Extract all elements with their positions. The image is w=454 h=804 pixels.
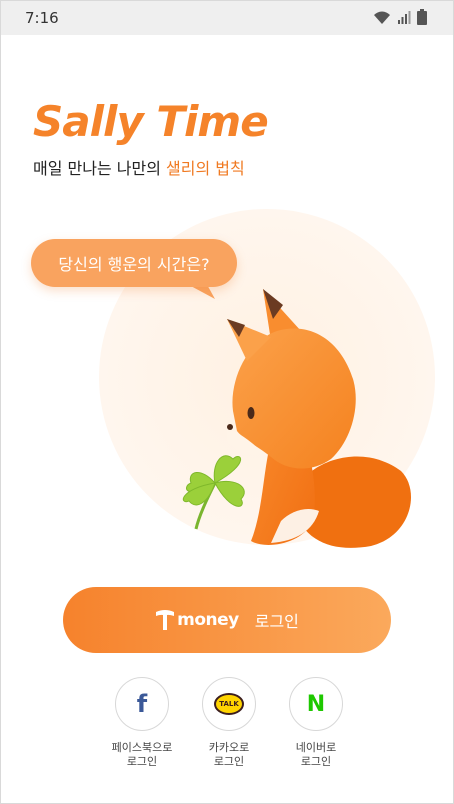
tagline-prefix: 매일 만나는 나만의 <box>33 159 167 178</box>
kakao-login-button[interactable]: TALK <box>202 677 256 731</box>
speech-bubble-text: 당신의 행운의 시간은? <box>58 255 210 274</box>
kakao-label-line2: 로그인 <box>213 755 245 768</box>
naver-label-line2: 로그인 <box>300 755 332 768</box>
kakao-login-label: 카카오로 로그인 <box>184 741 274 769</box>
app-logo: Sally Time <box>33 97 269 146</box>
battery-icon <box>417 9 427 25</box>
status-bar: 7:16 <box>1 1 453 35</box>
naver-login[interactable]: N 네이버로 로그인 <box>271 677 361 769</box>
speech-bubble: 당신의 행운의 시간은? <box>31 239 237 287</box>
signal-icon <box>397 11 411 25</box>
naver-label-line1: 네이버로 <box>295 741 337 754</box>
tmoney-brand-text: money <box>177 610 239 630</box>
app-screen: 7:16 Sally Time 매일 만나는 나만의 샐리의 법칙 당신의 행운… <box>0 0 454 804</box>
tmoney-login-label: 로그인 <box>254 612 299 631</box>
naver-icon: N <box>306 691 326 717</box>
facebook-login-button[interactable]: f <box>115 677 169 731</box>
tmoney-login-button[interactable]: money 로그인 <box>63 587 391 653</box>
kakaotalk-icon: TALK <box>214 693 244 715</box>
facebook-label-line1: 페이스북으로 <box>111 741 173 754</box>
facebook-label-line2: 로그인 <box>126 755 158 768</box>
status-icons <box>373 9 427 25</box>
naver-login-label: 네이버로 로그인 <box>271 741 361 769</box>
wifi-icon <box>373 11 391 25</box>
kakao-label-line1: 카카오로 <box>208 741 250 754</box>
facebook-login[interactable]: f 페이스북으로 로그인 <box>97 677 187 769</box>
status-time: 7:16 <box>25 9 59 27</box>
tmoney-t-icon <box>156 610 175 630</box>
kakao-login[interactable]: TALK 카카오로 로그인 <box>184 677 274 769</box>
kakaotalk-badge-text: TALK <box>219 700 239 708</box>
tagline: 매일 만나는 나만의 샐리의 법칙 <box>33 155 245 179</box>
tagline-accent: 샐리의 법칙 <box>166 159 245 178</box>
facebook-icon: f <box>136 690 148 718</box>
facebook-login-label: 페이스북으로 로그인 <box>97 741 187 769</box>
tmoney-logo: money <box>155 609 239 631</box>
naver-login-button[interactable]: N <box>289 677 343 731</box>
